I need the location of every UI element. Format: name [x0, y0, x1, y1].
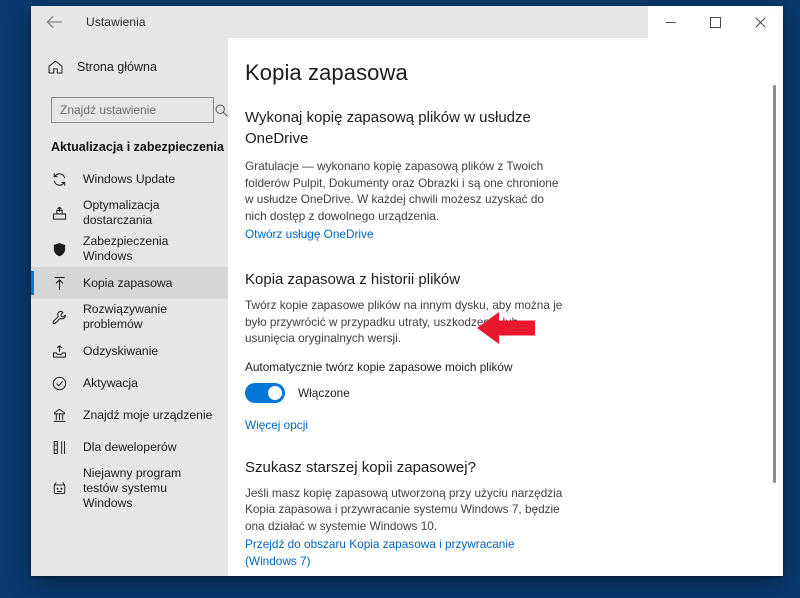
more-options-link[interactable]: Więcej opcji: [245, 417, 308, 434]
content-scrollbar[interactable]: [770, 38, 780, 576]
scrollbar-thumb[interactable]: [773, 85, 776, 483]
section-description: Gratulacje — wykonano kopię zapasową pli…: [245, 159, 559, 223]
sidebar-item-home[interactable]: Strona główna: [31, 52, 228, 82]
sidebar-section-heading: Aktualizacja i zabezpieczenia: [51, 140, 224, 154]
minimize-icon: [665, 21, 676, 23]
sidebar-item-label: Odzyskiwanie: [83, 343, 159, 358]
sidebar-item-label: Dla deweloperów: [83, 439, 177, 454]
find-my-device-icon: [51, 408, 68, 423]
content-area: Kopia zapasowa Wykonaj kopię zapasową pl…: [228, 38, 783, 576]
home-icon: [47, 60, 63, 74]
sidebar: Strona główna Aktualizacja i zabezpiecze…: [31, 38, 228, 576]
search-input[interactable]: [60, 98, 215, 122]
recovery-icon: [51, 344, 68, 359]
sidebar-item-find-my-device[interactable]: Znajdź moje urządzenie: [31, 399, 228, 431]
sidebar-item-recovery[interactable]: Odzyskiwanie: [31, 335, 228, 367]
search-icon: [215, 104, 228, 117]
check-circle-icon: [51, 376, 68, 391]
go-to-backup-restore-link[interactable]: Przejdź do obszaru Kopia zapasowa i przy…: [245, 536, 567, 570]
sidebar-item-backup[interactable]: Kopia zapasowa: [31, 267, 228, 299]
window-body: Strona główna Aktualizacja i zabezpiecze…: [31, 38, 783, 576]
toggle-knob: [268, 385, 282, 400]
sidebar-item-for-developers[interactable]: Dla deweloperów: [31, 431, 228, 463]
search-box[interactable]: [51, 97, 228, 123]
sidebar-nav-list: Windows Update Optymalizacja dostarczani…: [31, 163, 228, 514]
sidebar-item-delivery-optimization[interactable]: Optymalizacja dostarczania: [31, 195, 228, 231]
window-titlebar: Ustawienia: [31, 6, 783, 38]
section-file-history-backup: Kopia zapasowa z historii plików Twórz k…: [245, 269, 567, 434]
settings-window: Ustawienia Strona główna Znajdź ustawien…: [31, 6, 783, 576]
sidebar-item-label: Optymalizacja dostarczania: [83, 198, 160, 227]
maximize-button[interactable]: [693, 6, 738, 38]
section-older-backup: Szukasz starszej kopii zapasowej? Jeśli …: [245, 457, 567, 571]
maximize-icon: [710, 16, 721, 28]
insider-program-icon: [51, 481, 68, 496]
sidebar-item-troubleshoot[interactable]: Rozwiązywanie problemów: [31, 299, 228, 335]
delivery-optimization-icon: [51, 206, 68, 221]
sidebar-item-activation[interactable]: Aktywacja: [31, 367, 228, 399]
sync-icon: [51, 172, 68, 187]
page-title: Kopia zapasowa: [245, 60, 408, 85]
auto-backup-toggle-row: Włączone: [245, 382, 567, 403]
sidebar-item-windows-security[interactable]: Zabezpieczenia Windows: [31, 231, 228, 267]
section-onedrive-backup: Wykonaj kopię zapasową plików w usłudze …: [245, 107, 565, 243]
back-arrow-icon: [46, 16, 63, 28]
close-button[interactable]: [738, 6, 783, 38]
sidebar-item-label: Zabezpieczenia Windows: [83, 234, 169, 263]
sidebar-item-label: Niejawny program testów systemu Windows: [83, 466, 182, 510]
sidebar-item-label: Aktywacja: [83, 375, 138, 390]
minimize-button[interactable]: [648, 6, 693, 38]
sidebar-item-windows-update[interactable]: Windows Update: [31, 163, 228, 195]
section-title: Wykonaj kopię zapasową plików w usłudze …: [245, 109, 531, 147]
auto-backup-toggle-label: Automatycznie twórz kopie zapasowe moich…: [245, 359, 513, 374]
sidebar-item-label: Znajdź moje urządzenie: [83, 407, 213, 422]
section-title: Kopia zapasowa z historii plików: [245, 271, 461, 288]
settings-page-content: Kopia zapasowa Wykonaj kopię zapasową pl…: [228, 38, 783, 576]
section-description: Jeśli masz kopię zapasową utworzoną przy…: [245, 485, 563, 533]
section-description: Twórz kopie zapasowe plików na innym dys…: [245, 298, 563, 345]
toggle-state-label: Włączone: [298, 385, 350, 400]
back-button[interactable]: [31, 6, 77, 38]
developer-tools-icon: [51, 440, 68, 455]
close-icon: [755, 16, 766, 28]
auto-backup-toggle[interactable]: [245, 382, 285, 403]
sidebar-item-label: Rozwiązywanie problemów: [83, 302, 167, 331]
caption-buttons: [648, 6, 783, 38]
section-title: Szukasz starszej kopii zapasowej?: [245, 458, 476, 476]
backup-upload-icon: [51, 276, 68, 291]
open-onedrive-link[interactable]: Otwórz usługę OneDrive: [245, 226, 374, 243]
sidebar-item-windows-insider-program[interactable]: Niejawny program testów systemu Windows: [31, 463, 228, 514]
sidebar-home-label: Strona główna: [77, 60, 157, 74]
shield-icon: [51, 242, 68, 257]
sidebar-item-label: Kopia zapasowa: [83, 275, 173, 290]
sidebar-item-label: Windows Update: [83, 171, 176, 186]
wrench-icon: [51, 310, 68, 325]
window-title: Ustawienia: [86, 15, 146, 29]
